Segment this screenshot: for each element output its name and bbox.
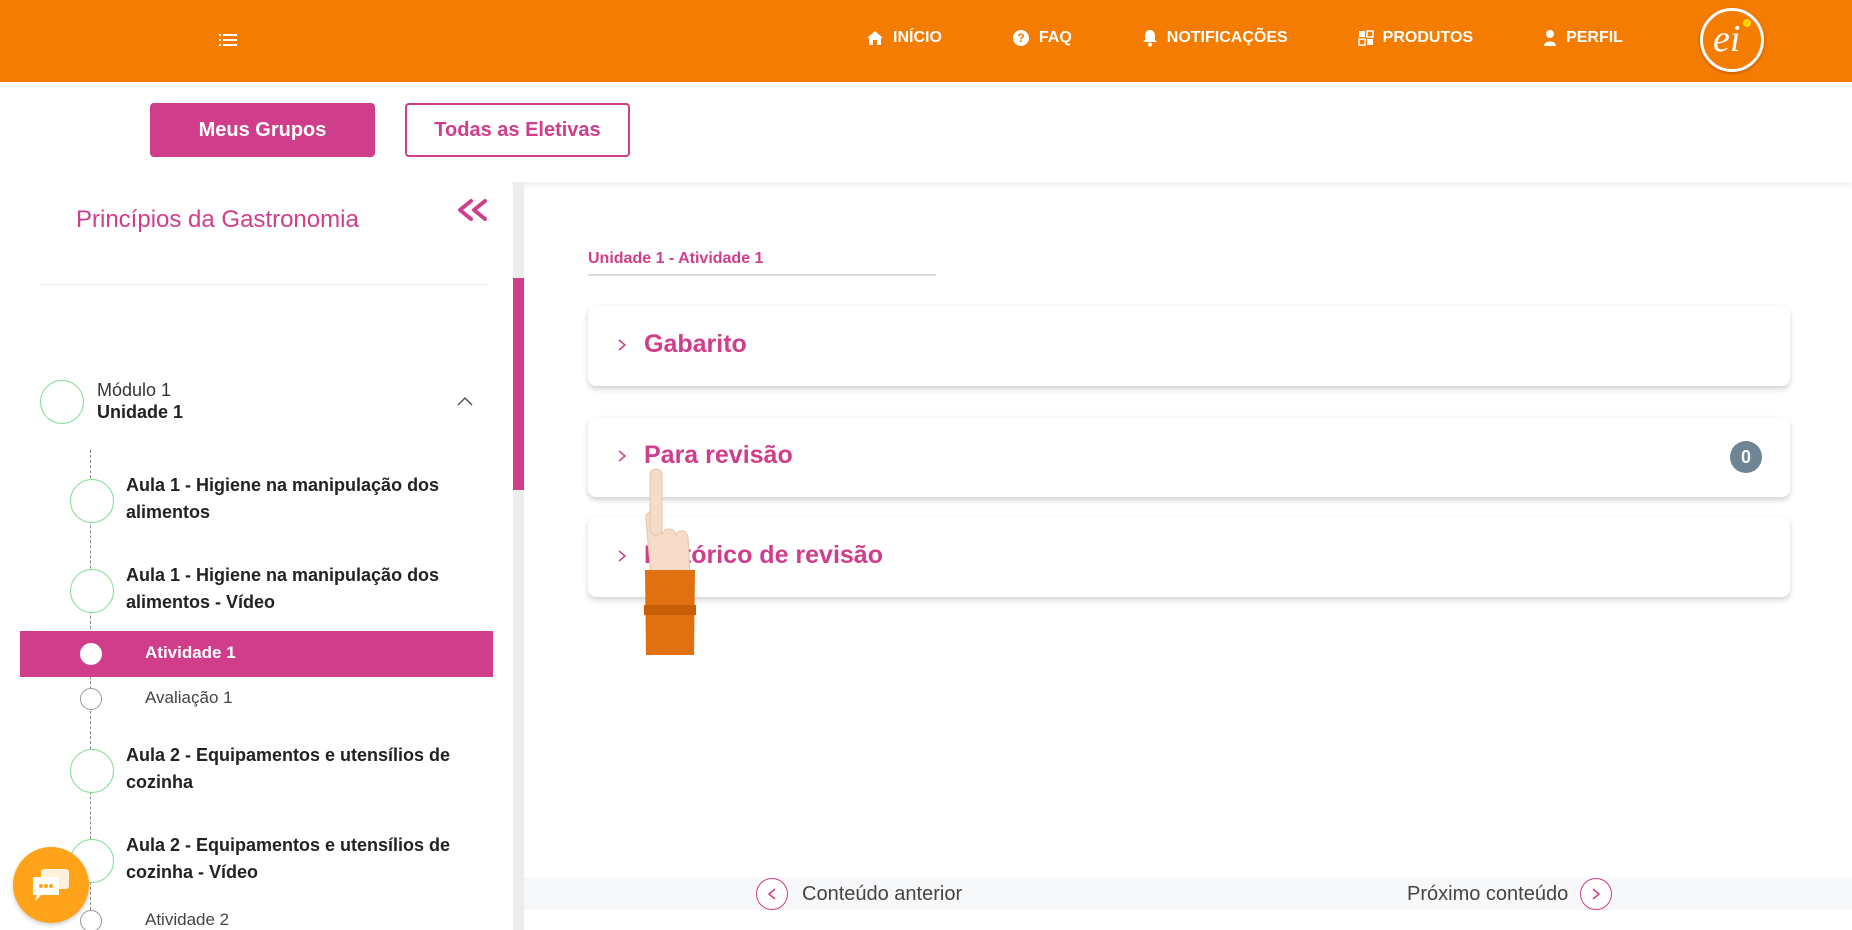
pointing-hand-icon [644, 468, 696, 655]
chevron-right-icon [1580, 878, 1613, 910]
group-tabs-bar: Meus Grupos Todas as Eletivas [0, 82, 1852, 182]
sub-item-circle [80, 688, 102, 710]
todas-eletivas-button[interactable]: Todas as Eletivas [405, 103, 630, 157]
nav-produtos[interactable]: PRODUTOS [1357, 29, 1474, 47]
lesson-label: Aula 1 - Higiene na manipulação dos alim… [126, 475, 440, 522]
lesson-progress-circle [70, 479, 114, 523]
meus-grupos-button[interactable]: Meus Grupos [150, 103, 375, 157]
sub-item-atividade-1[interactable]: Atividade 1 [20, 631, 493, 677]
lesson-progress-circle [70, 569, 114, 613]
next-content-label: Próximo conteúdo [1407, 882, 1569, 905]
course-sidebar: Princípios da Gastronomia Módulo 1 Unida… [0, 182, 512, 930]
lesson-progress-circle [70, 749, 114, 793]
lesson-label: Aula 2 - Equipamentos e utensílios de co… [126, 745, 451, 792]
main-nav: INÍCIO ? FAQ NOTIFICAÇÕES PRODUTOS PERFI… [866, 0, 1623, 76]
bell-icon [1142, 30, 1157, 47]
module-progress-circle [40, 380, 84, 424]
course-title: Princípios da Gastronomia [76, 206, 359, 233]
sub-item-circle [80, 910, 102, 930]
nav-notificacoes-label: NOTIFICAÇÕES [1166, 29, 1288, 46]
lesson-item[interactable]: Aula 1 - Higiene na manipulação dos alim… [70, 472, 490, 530]
count-badge: 0 [1730, 441, 1762, 473]
previous-content-button[interactable]: Conteúdo anterior [756, 878, 962, 910]
accordion-para-revisao[interactable]: Para revisão 0 [588, 417, 1790, 497]
breadcrumb-underline [588, 274, 936, 276]
lesson-item[interactable]: Aula 2 - Equipamentos e utensílios de co… [70, 742, 490, 800]
chat-icon [33, 869, 69, 901]
user-icon [1544, 30, 1557, 46]
chevron-right-icon [618, 450, 627, 462]
lesson-item[interactable]: Aula 2 - Equipamentos e utensílios de co… [70, 832, 490, 890]
module-1-header[interactable]: Módulo 1 Unidade 1 [40, 380, 480, 430]
sidebar-divider [40, 284, 488, 285]
home-icon [867, 31, 883, 45]
lesson-label: Aula 1 - Higiene na manipulação dos alim… [126, 565, 440, 612]
grid-icon [1357, 30, 1374, 46]
chevron-up-icon[interactable] [455, 392, 475, 412]
lesson-label: Aula 2 - Equipamentos e utensílios de co… [126, 835, 451, 882]
collapse-sidebar-icon[interactable] [454, 196, 490, 228]
nav-produtos-label: PRODUTOS [1382, 29, 1474, 46]
nav-notificacoes[interactable]: NOTIFICAÇÕES [1142, 29, 1288, 47]
question-icon: ? [1012, 30, 1029, 46]
accordion-title: Gabarito [644, 330, 747, 358]
svg-text:?: ? [1017, 31, 1024, 45]
sub-item-label: Atividade 1 [145, 643, 236, 662]
accordion-gabarito[interactable]: Gabarito [588, 306, 1790, 386]
nav-faq-label: FAQ [1038, 29, 1072, 46]
previous-content-label: Conteúdo anterior [802, 882, 963, 905]
activity-breadcrumb: Unidade 1 - Atividade 1 [588, 250, 764, 267]
sub-item-label: Atividade 2 [145, 910, 230, 929]
next-content-button[interactable]: Próximo conteúdo [1407, 878, 1613, 910]
module-unit-label: Unidade 1 [97, 402, 184, 422]
nav-inicio[interactable]: INÍCIO [866, 29, 942, 47]
logo-text: ei [1713, 18, 1741, 60]
sub-item-label: Avaliação 1 [145, 688, 233, 707]
sub-item-avaliacao-1[interactable]: Avaliação 1 [20, 676, 493, 722]
top-navbar: INÍCIO ? FAQ NOTIFICAÇÕES PRODUTOS PERFI… [0, 0, 1852, 82]
content-footer-nav [524, 878, 1852, 910]
brand-logo[interactable]: ei [1700, 8, 1764, 72]
sub-item-circle [80, 643, 102, 665]
nav-faq[interactable]: ? FAQ [1012, 29, 1072, 47]
module-label: Módulo 1 [97, 380, 172, 400]
nav-perfil-label: PERFIL [1566, 29, 1623, 46]
sub-item-atividade-2[interactable]: Atividade 2 [20, 898, 493, 930]
chevron-right-icon [618, 339, 627, 351]
nav-perfil[interactable]: PERFIL [1543, 29, 1623, 47]
accordion-historico-revisao[interactable]: Histórico de revisão [588, 517, 1790, 597]
lesson-item[interactable]: Aula 1 - Higiene na manipulação dos alim… [70, 562, 490, 620]
nav-inicio-label: INÍCIO [893, 29, 942, 46]
logo-dot [1743, 19, 1751, 27]
chevron-left-icon [756, 878, 788, 910]
chat-support-button[interactable] [13, 847, 89, 923]
sidebar-scrollbar-thumb[interactable] [513, 278, 524, 490]
menu-toggle-icon[interactable] [216, 28, 242, 52]
